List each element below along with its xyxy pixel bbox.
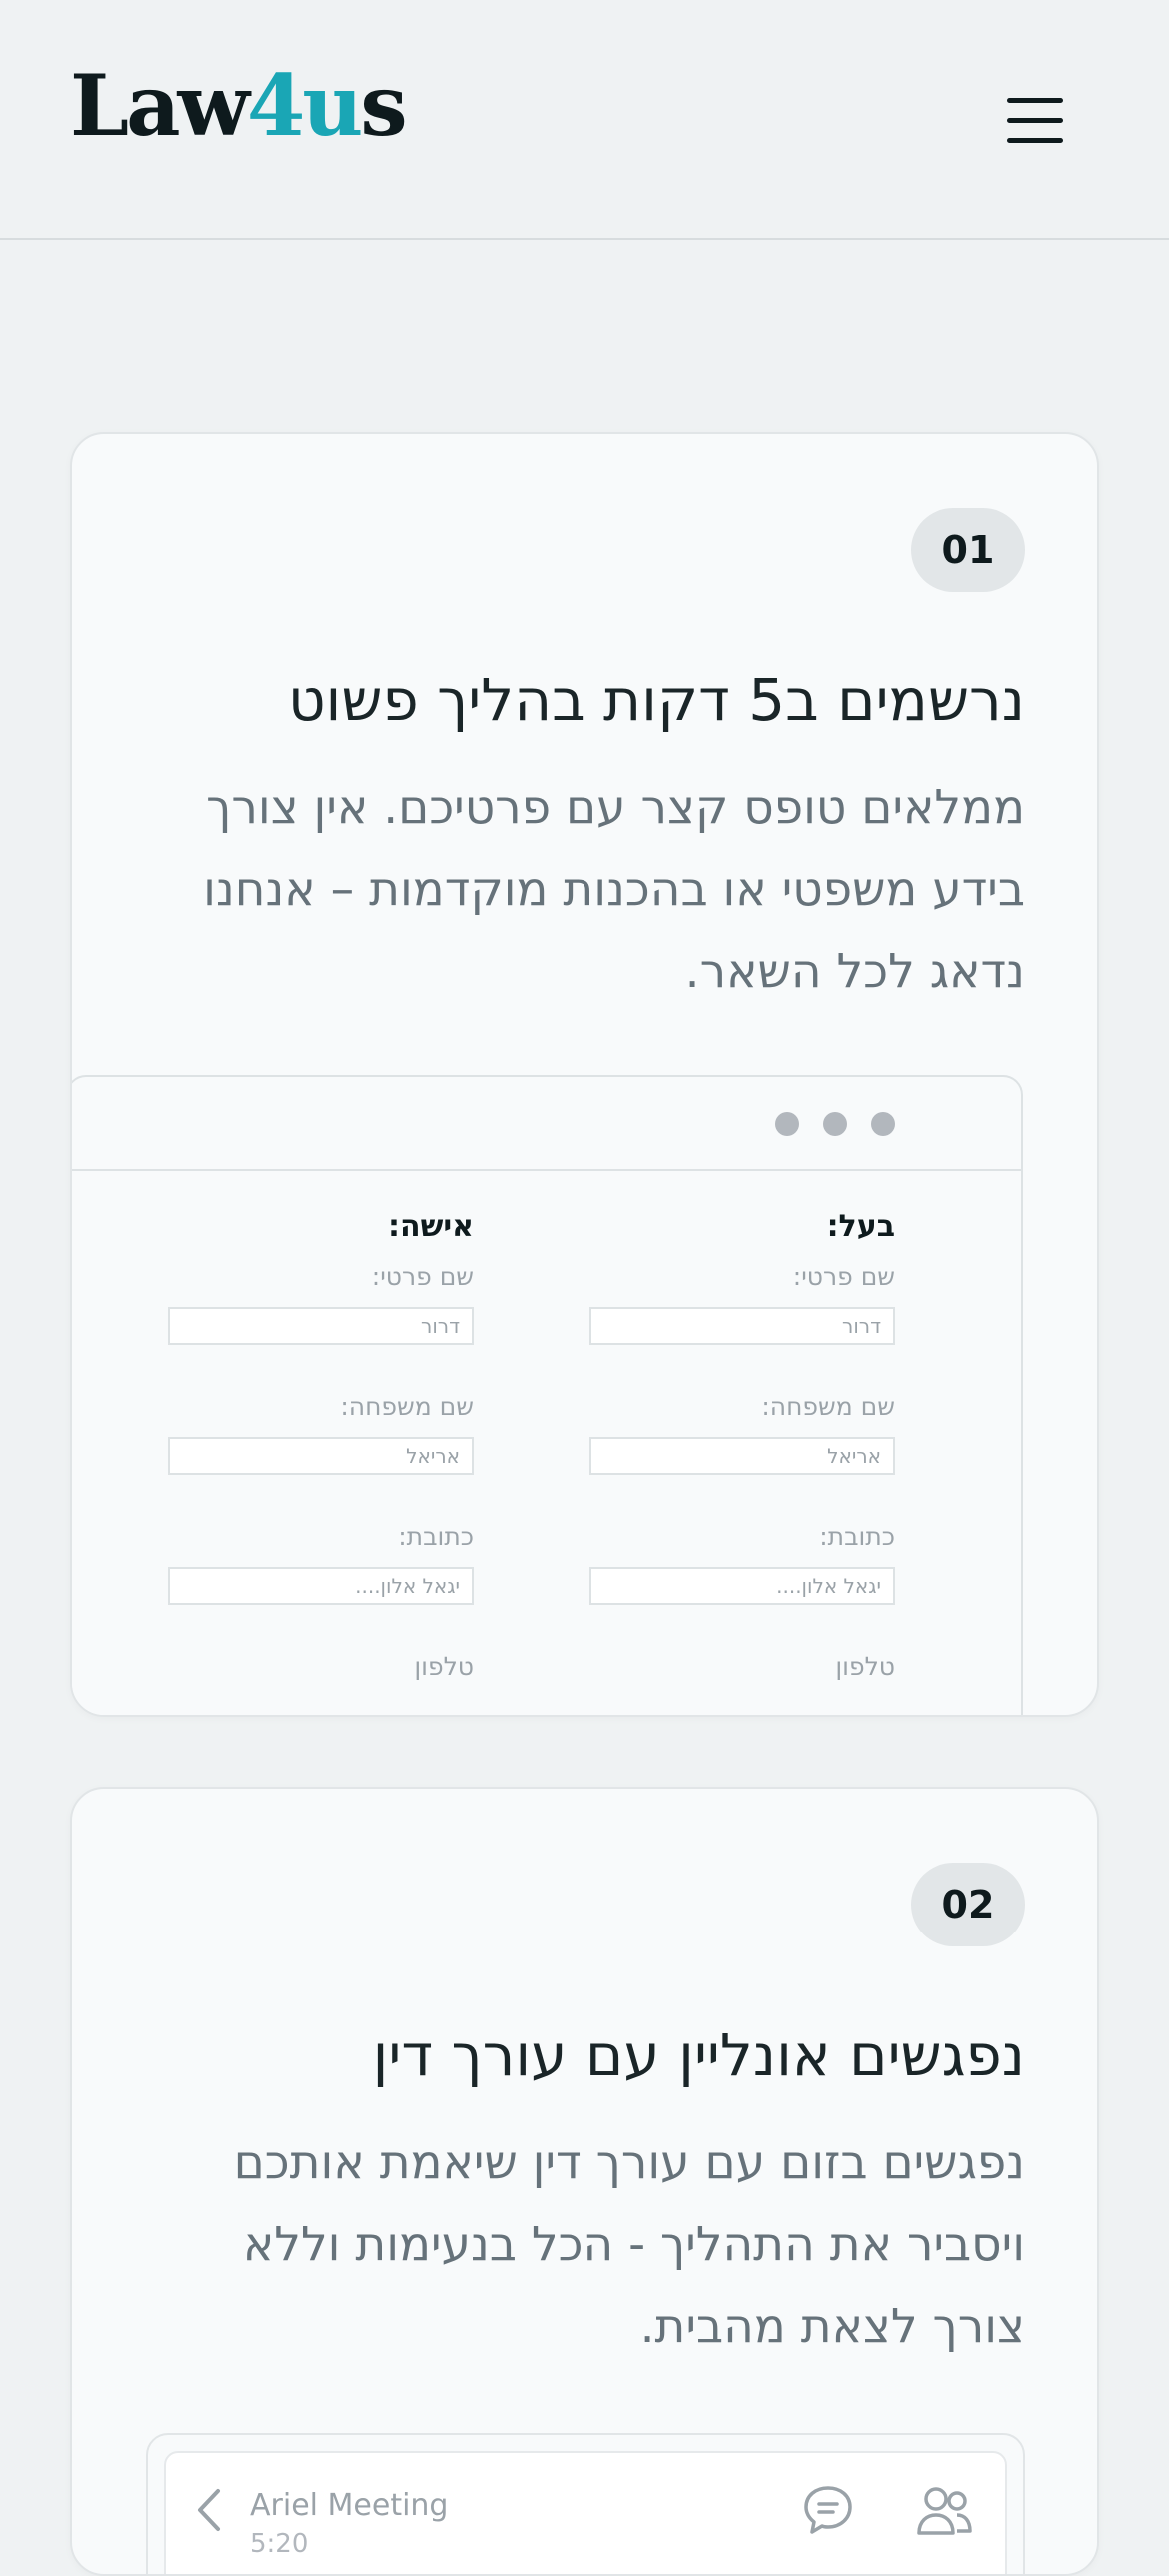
- first-name-field[interactable]: דרור: [589, 1307, 895, 1345]
- window-dot-icon: [823, 1112, 847, 1136]
- last-name-label: שם משפחה:: [340, 1392, 474, 1421]
- step-title: נפגשים אונליין עם עורך דין: [372, 2021, 1025, 2089]
- step-description: ממלאים טופס קצר עם פרטיכם. אין צורך בידע…: [203, 780, 1025, 999]
- chevron-left-icon[interactable]: [194, 2487, 224, 2533]
- address-field[interactable]: יגאל אלון....: [168, 1567, 474, 1605]
- site-header: Law4us: [0, 0, 1169, 240]
- meeting-time: 5:20: [250, 2529, 309, 2559]
- first-name-field[interactable]: דרור: [168, 1307, 474, 1345]
- phone-label: טלפון: [835, 1652, 895, 1681]
- window-bar: [72, 1077, 1021, 1171]
- step-card-1: 01 נרשמים ב5 דקות בהליך פשוט ממלאים טופס…: [70, 432, 1099, 1717]
- address-field[interactable]: יגאל אלון....: [589, 1567, 895, 1605]
- last-name-field[interactable]: אריאל: [589, 1437, 895, 1475]
- step-number-badge: 02: [911, 1863, 1025, 1946]
- meeting-preview: Ariel Meeting 5:20: [146, 2433, 1025, 2574]
- wife-column: אישה: שם פרטי: דרור שם משפחה: אריאל כתוב…: [168, 1207, 474, 1683]
- meeting-name: Ariel Meeting: [250, 2488, 449, 2523]
- phone-label: טלפון: [414, 1652, 474, 1681]
- wife-heading: אישה:: [387, 1209, 474, 1244]
- last-name-field[interactable]: אריאל: [168, 1437, 474, 1475]
- first-name-label: שם פרטי:: [371, 1262, 474, 1291]
- logo[interactable]: Law4us: [70, 64, 408, 148]
- husband-column: בעל: שם פרטי: דרור שם משפחה: אריאל כתובת…: [589, 1207, 895, 1683]
- step-title: נרשמים ב5 דקות בהליך פשוט: [287, 666, 1025, 734]
- window-dot-icon: [871, 1112, 895, 1136]
- step-card-2: 02 נפגשים אונליין עם עורך דין נפגשים בזו…: [70, 1787, 1099, 2576]
- hamburger-menu-icon[interactable]: [1007, 96, 1067, 144]
- address-label: כתובת:: [398, 1522, 474, 1551]
- address-label: כתובת:: [819, 1522, 895, 1551]
- husband-heading: בעל:: [826, 1209, 895, 1244]
- form-preview: בעל: שם פרטי: דרור שם משפחה: אריאל כתובת…: [72, 1075, 1023, 1715]
- chat-icon[interactable]: [801, 2483, 855, 2537]
- last-name-label: שם משפחה:: [761, 1392, 895, 1421]
- step-number-badge: 01: [911, 508, 1025, 592]
- step-description: נפגשים בזום עם עורך דין שיאמת אותכם ויסב…: [233, 2135, 1025, 2354]
- window-dot-icon: [775, 1112, 799, 1136]
- meeting-window: Ariel Meeting 5:20: [164, 2451, 1007, 2574]
- first-name-label: שם פרטי:: [792, 1262, 895, 1291]
- participants-icon[interactable]: [915, 2483, 973, 2537]
